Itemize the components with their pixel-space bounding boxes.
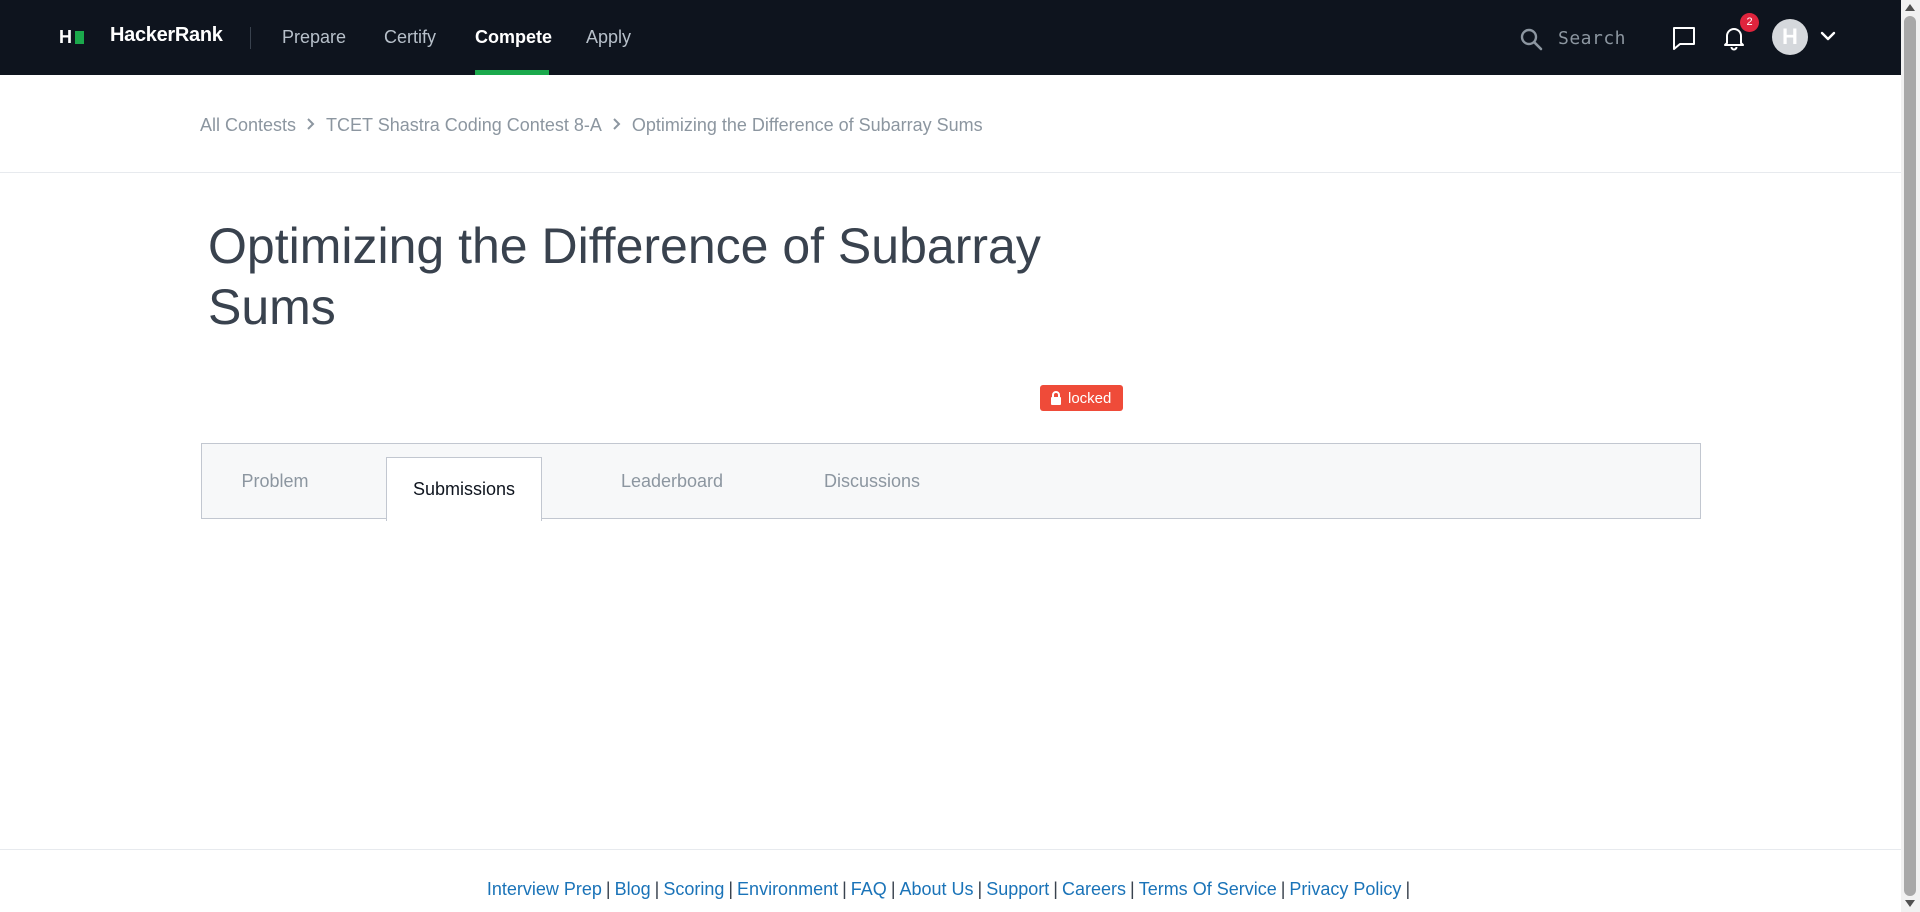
scrollbar-thumb[interactable]	[1904, 16, 1916, 896]
chevron-right-icon	[602, 115, 632, 136]
status-badge-label: locked	[1068, 389, 1112, 407]
footer-link-about-us[interactable]: About Us	[900, 879, 974, 899]
page-scrollbar[interactable]	[1901, 0, 1920, 912]
footer-link-scoring[interactable]: Scoring	[663, 879, 724, 899]
logo-square	[75, 30, 84, 44]
footer-links: Interview Prep | Blog | Scoring | Environment |…	[486, 879, 1411, 899]
chevron-right-icon	[296, 115, 326, 136]
top-navbar: H HackerRank Prepare Certify Compete App…	[0, 0, 1901, 75]
brand-name[interactable]: HackerRank	[110, 24, 223, 47]
scroll-down-arrow-icon[interactable]	[1905, 900, 1915, 907]
status-badge: locked	[1040, 385, 1124, 411]
hackerrank-logo[interactable]: H	[59, 27, 84, 47]
search-icon[interactable]	[1519, 27, 1543, 51]
page-title: Optimizing the Difference of Subarray Su…	[208, 218, 1041, 335]
search-input[interactable]: Search	[1558, 28, 1626, 49]
nav-item-prepare[interactable]: Prepare	[282, 27, 346, 48]
footer-link-blog[interactable]: Blog	[615, 879, 651, 899]
footer-link-environment[interactable]: Environment	[737, 879, 838, 899]
breadcrumb-challenge: Optimizing the Difference of Subarray Su…	[631, 115, 983, 135]
nav-item-compete[interactable]: Compete	[475, 27, 552, 48]
notification-badge: 2	[1740, 13, 1759, 32]
avatar[interactable]: H	[1772, 19, 1808, 55]
logo-letter: H	[59, 26, 72, 47]
scroll-up-arrow-icon[interactable]	[1905, 4, 1915, 11]
challenge-tabs: Problem Submissions Leaderboard Discussi…	[201, 443, 1701, 521]
breadcrumb-all-contests[interactable]: All Contests	[200, 115, 296, 136]
lock-icon	[1051, 391, 1061, 405]
nav-item-apply[interactable]: Apply	[586, 27, 631, 48]
breadcrumb: All Contests TCET Shastra Coding Contest…	[200, 115, 983, 136]
footer-link-support[interactable]: Support	[986, 879, 1049, 899]
footer-link-faq[interactable]: FAQ	[851, 879, 887, 899]
chevron-down-icon[interactable]	[1819, 27, 1837, 45]
footer-link-careers[interactable]: Careers	[1062, 879, 1126, 899]
breadcrumb-bar: All Contests TCET Shastra Coding Contest…	[0, 75, 1901, 173]
footer-link-privacy[interactable]: Privacy Policy	[1289, 879, 1401, 899]
footer-link-terms[interactable]: Terms Of Service	[1139, 879, 1277, 899]
tab-submissions[interactable]: Submissions	[386, 457, 542, 521]
nav-item-certify[interactable]: Certify	[384, 27, 436, 48]
nav-divider	[250, 27, 251, 49]
tab-problem[interactable]: Problem	[220, 444, 330, 518]
footer-link-interview-prep[interactable]: Interview Prep	[487, 879, 602, 899]
footer: Interview Prep | Blog | Scoring | Environment |…	[0, 849, 1901, 912]
tab-discussions[interactable]: Discussions	[802, 444, 942, 518]
message-icon[interactable]	[1671, 25, 1697, 51]
breadcrumb-contest[interactable]: TCET Shastra Coding Contest 8-A	[326, 115, 602, 136]
tab-leaderboard[interactable]: Leaderboard	[602, 444, 742, 518]
